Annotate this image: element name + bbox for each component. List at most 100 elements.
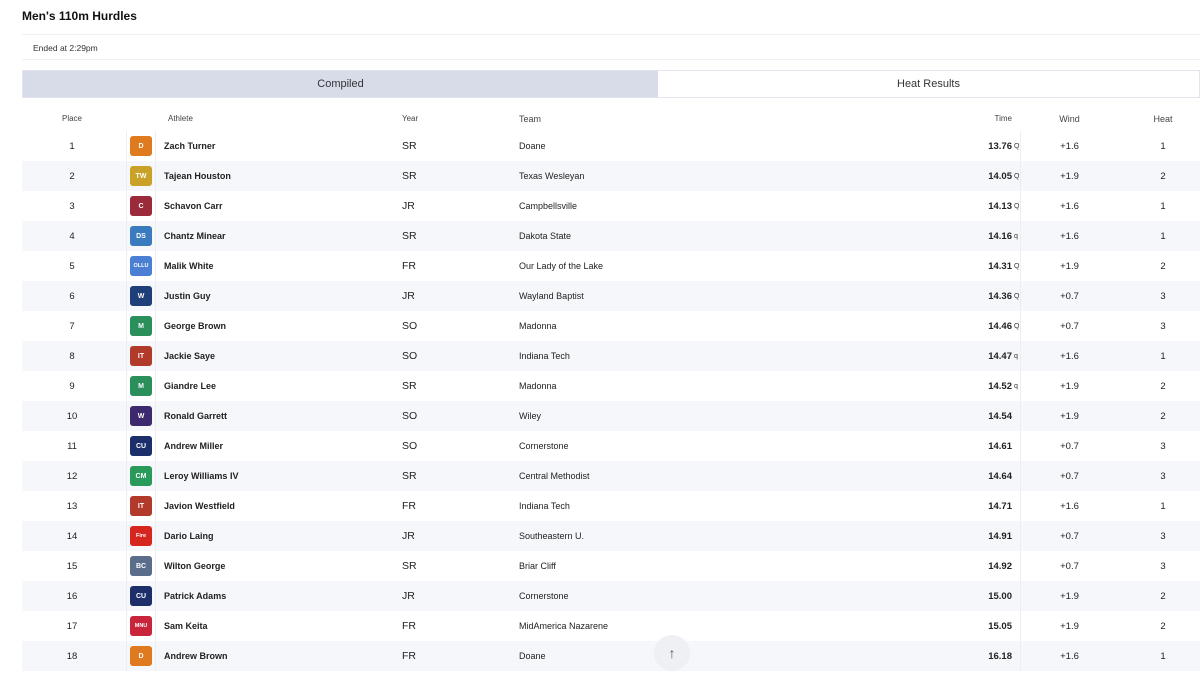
athlete-name[interactable]: Giandre Lee bbox=[164, 371, 384, 401]
table-row[interactable]: 14 Fire Dario Laing JR Southeastern U. 14.91 +… bbox=[22, 521, 1200, 551]
cornerstone-logo-icon: CU bbox=[130, 436, 152, 456]
central-methodist-logo-icon: CM bbox=[130, 466, 152, 486]
result-time: 14.71 bbox=[988, 500, 1012, 512]
athlete-name[interactable]: Ronald Garrett bbox=[164, 401, 384, 431]
wind-value: +1.6 bbox=[1060, 500, 1079, 512]
athlete-year: JR bbox=[402, 530, 415, 542]
dakota-state-logo-icon: DS bbox=[130, 226, 152, 246]
athlete-name[interactable]: Zach Turner bbox=[164, 131, 384, 161]
column-divider bbox=[1020, 521, 1021, 551]
header-athlete[interactable]: Athlete bbox=[168, 106, 388, 131]
wayland-baptist-logo-icon: W bbox=[130, 286, 152, 306]
result-time: 15.05 bbox=[988, 620, 1012, 632]
table-row[interactable]: 15 BC Wilton George SR Briar Cliff 14.92 +0.7 3 bbox=[22, 551, 1200, 581]
table-row[interactable]: 2 TW Tajean Houston SR Texas Wesleyan 14.05 Q +… bbox=[22, 161, 1200, 191]
athlete-name[interactable]: Javion Westfield bbox=[164, 491, 384, 521]
place-cell: 9 bbox=[69, 380, 75, 392]
team-name[interactable]: Doane bbox=[519, 131, 779, 161]
header-year[interactable]: Year bbox=[402, 106, 442, 131]
athlete-year: FR bbox=[402, 260, 416, 272]
table-row[interactable]: 18 D Andrew Brown FR Doane 16.18 +1.6 1 bbox=[22, 641, 1200, 671]
team-name[interactable]: Campbellsville bbox=[519, 191, 779, 221]
team-name[interactable]: Madonna bbox=[519, 311, 779, 341]
team-name[interactable]: Doane bbox=[519, 641, 779, 671]
team-name[interactable]: Wiley bbox=[519, 401, 779, 431]
team-name[interactable]: Cornerstone bbox=[519, 581, 779, 611]
tab-heat-results[interactable]: Heat Results bbox=[658, 71, 1199, 97]
result-time: 14.31 bbox=[988, 260, 1012, 272]
team-name[interactable]: Our Lady of the Lake bbox=[519, 251, 779, 281]
table-row[interactable]: 9 M Giandre Lee SR Madonna 14.52 q +1.9 2 bbox=[22, 371, 1200, 401]
team-name[interactable]: Texas Wesleyan bbox=[519, 161, 779, 191]
athlete-name[interactable]: Andrew Miller bbox=[164, 431, 384, 461]
header-heat[interactable]: Heat bbox=[1132, 106, 1194, 131]
athlete-name[interactable]: Justin Guy bbox=[164, 281, 384, 311]
table-row[interactable]: 1 D Zach Turner SR Doane 13.76 Q +1.6 1 bbox=[22, 131, 1200, 161]
athlete-name[interactable]: Tajean Houston bbox=[164, 161, 384, 191]
place-cell: 3 bbox=[69, 200, 75, 212]
team-name[interactable]: Madonna bbox=[519, 371, 779, 401]
table-row[interactable]: 6 W Justin Guy JR Wayland Baptist 14.36 Q +0.7 3 bbox=[22, 281, 1200, 311]
team-name[interactable]: MidAmerica Nazarene bbox=[519, 611, 779, 641]
doane-logo-icon: D bbox=[130, 646, 152, 666]
column-divider bbox=[1020, 221, 1021, 251]
table-row[interactable]: 13 IT Javion Westfield FR Indiana Tech 14.71 +… bbox=[22, 491, 1200, 521]
table-row[interactable]: 17 MNU Sam Keita FR MidAmerica Nazarene 15.05… bbox=[22, 611, 1200, 641]
team-name[interactable]: Dakota State bbox=[519, 221, 779, 251]
table-row[interactable]: 7 M George Brown SO Madonna 14.46 Q +0.7 3 bbox=[22, 311, 1200, 341]
athlete-name[interactable]: Malik White bbox=[164, 251, 384, 281]
scroll-to-top-button[interactable]: ↑ bbox=[654, 635, 690, 671]
header-team[interactable]: Team bbox=[519, 106, 779, 131]
team-name[interactable]: Cornerstone bbox=[519, 431, 779, 461]
table-row[interactable]: 4 DS Chantz Minear SR Dakota State 14.16 q +1.6… bbox=[22, 221, 1200, 251]
place-cell: 16 bbox=[66, 590, 78, 602]
team-name[interactable]: Wayland Baptist bbox=[519, 281, 779, 311]
column-divider bbox=[1020, 161, 1021, 191]
team-name[interactable]: Briar Cliff bbox=[519, 551, 779, 581]
heat-number: 3 bbox=[1160, 440, 1166, 452]
column-divider bbox=[1020, 131, 1021, 161]
team-name[interactable]: Central Methodist bbox=[519, 461, 779, 491]
athlete-name[interactable]: Patrick Adams bbox=[164, 581, 384, 611]
wind-value: +0.7 bbox=[1060, 440, 1079, 452]
madonna-logo-icon: M bbox=[130, 376, 152, 396]
athlete-name[interactable]: Schavon Carr bbox=[164, 191, 384, 221]
table-row[interactable]: 12 CM Leroy Williams IV SR Central Methodist… bbox=[22, 461, 1200, 491]
place-cell: 17 bbox=[66, 620, 78, 632]
header-time[interactable]: Time bbox=[912, 106, 1012, 131]
indiana-tech-logo-icon: IT bbox=[130, 496, 152, 516]
heat-number: 1 bbox=[1160, 140, 1166, 152]
athlete-name[interactable]: Chantz Minear bbox=[164, 221, 384, 251]
column-divider bbox=[1020, 581, 1021, 611]
place-cell: 18 bbox=[66, 650, 78, 662]
wind-value: +1.6 bbox=[1060, 650, 1079, 662]
wind-value: +0.7 bbox=[1060, 320, 1079, 332]
athlete-name[interactable]: Andrew Brown bbox=[164, 641, 384, 671]
athlete-name[interactable]: Sam Keita bbox=[164, 611, 384, 641]
table-row[interactable]: 10 W Ronald Garrett SO Wiley 14.54 +1.9 2 bbox=[22, 401, 1200, 431]
team-name[interactable]: Southeastern U. bbox=[519, 521, 779, 551]
wind-value: +1.9 bbox=[1060, 170, 1079, 182]
athlete-name[interactable]: Wilton George bbox=[164, 551, 384, 581]
athlete-name[interactable]: Jackie Saye bbox=[164, 341, 384, 371]
athlete-name[interactable]: George Brown bbox=[164, 311, 384, 341]
place-cell: 12 bbox=[66, 470, 78, 482]
result-time: 14.54 bbox=[988, 410, 1012, 422]
table-row[interactable]: 11 CU Andrew Miller SO Cornerstone 14.61 +0.7 3 bbox=[22, 431, 1200, 461]
team-name[interactable]: Indiana Tech bbox=[519, 341, 779, 371]
heat-number: 1 bbox=[1160, 650, 1166, 662]
table-row[interactable]: 16 CU Patrick Adams JR Cornerstone 15.00 +1.9 2 bbox=[22, 581, 1200, 611]
event-title: Men's 110m Hurdles bbox=[22, 9, 137, 23]
header-wind[interactable]: Wind bbox=[1042, 106, 1097, 131]
column-divider bbox=[1020, 311, 1021, 341]
wiley-logo-icon: W bbox=[130, 406, 152, 426]
athlete-name[interactable]: Leroy Williams IV bbox=[164, 461, 384, 491]
table-row[interactable]: 3 C Schavon Carr JR Campbellsville 14.13 Q +1.6… bbox=[22, 191, 1200, 221]
team-name[interactable]: Indiana Tech bbox=[519, 491, 779, 521]
header-place[interactable]: Place bbox=[22, 106, 122, 131]
result-time: 14.64 bbox=[988, 470, 1012, 482]
athlete-name[interactable]: Dario Laing bbox=[164, 521, 384, 551]
table-row[interactable]: 8 IT Jackie Saye SO Indiana Tech 14.47 q +1.6 1 bbox=[22, 341, 1200, 371]
table-row[interactable]: 5 OLLU Malik White FR Our Lady of the Lake 14… bbox=[22, 251, 1200, 281]
tab-compiled[interactable]: Compiled bbox=[23, 71, 658, 97]
